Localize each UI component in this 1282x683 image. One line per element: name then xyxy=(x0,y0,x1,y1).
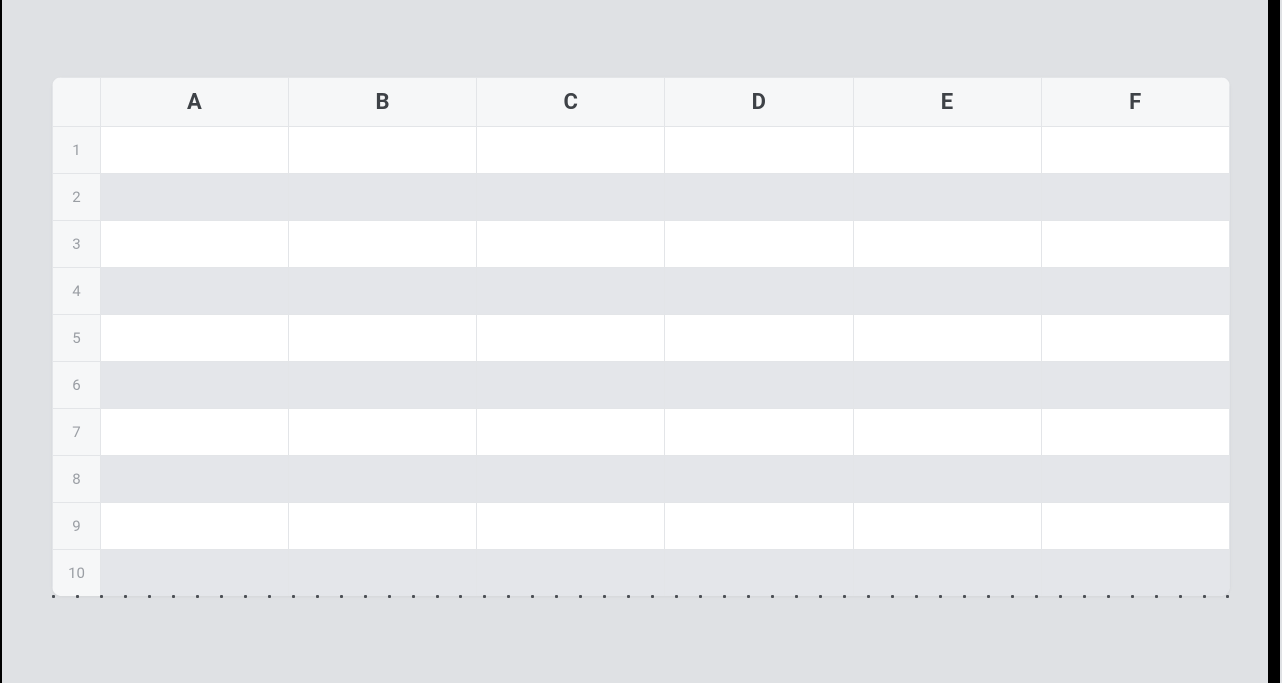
column-header-row: A B C D E F xyxy=(53,78,1230,127)
cell-B1[interactable] xyxy=(289,127,477,174)
row-10: 10 xyxy=(53,550,1230,597)
cell-B5[interactable] xyxy=(289,315,477,362)
row-header-9[interactable]: 9 xyxy=(53,503,101,550)
cell-A1[interactable] xyxy=(101,127,289,174)
row-header-4[interactable]: 4 xyxy=(53,268,101,315)
cell-C6[interactable] xyxy=(477,362,665,409)
cell-E6[interactable] xyxy=(853,362,1041,409)
cell-A4[interactable] xyxy=(101,268,289,315)
cell-F2[interactable] xyxy=(1041,174,1229,221)
cell-C3[interactable] xyxy=(477,221,665,268)
cell-F4[interactable] xyxy=(1041,268,1229,315)
cell-B10[interactable] xyxy=(289,550,477,597)
cell-B8[interactable] xyxy=(289,456,477,503)
row-8: 8 xyxy=(53,456,1230,503)
row-header-6[interactable]: 6 xyxy=(53,362,101,409)
cell-A10[interactable] xyxy=(101,550,289,597)
row-header-1[interactable]: 1 xyxy=(53,127,101,174)
row-9: 9 xyxy=(53,503,1230,550)
cell-B2[interactable] xyxy=(289,174,477,221)
col-header-E[interactable]: E xyxy=(853,78,1041,127)
row-header-2[interactable]: 2 xyxy=(53,174,101,221)
row-3: 3 xyxy=(53,221,1230,268)
col-header-D[interactable]: D xyxy=(665,78,853,127)
cell-F5[interactable] xyxy=(1041,315,1229,362)
cell-A9[interactable] xyxy=(101,503,289,550)
cell-E1[interactable] xyxy=(853,127,1041,174)
cell-E9[interactable] xyxy=(853,503,1041,550)
row-1: 1 xyxy=(53,127,1230,174)
cell-C10[interactable] xyxy=(477,550,665,597)
row-4: 4 xyxy=(53,268,1230,315)
cell-E2[interactable] xyxy=(853,174,1041,221)
cell-D9[interactable] xyxy=(665,503,853,550)
cell-D10[interactable] xyxy=(665,550,853,597)
cell-F7[interactable] xyxy=(1041,409,1229,456)
window-border-left xyxy=(0,0,2,683)
cell-A5[interactable] xyxy=(101,315,289,362)
cell-E5[interactable] xyxy=(853,315,1041,362)
cell-E10[interactable] xyxy=(853,550,1041,597)
row-header-8[interactable]: 8 xyxy=(53,456,101,503)
cell-C4[interactable] xyxy=(477,268,665,315)
cell-D4[interactable] xyxy=(665,268,853,315)
cell-C1[interactable] xyxy=(477,127,665,174)
cell-F8[interactable] xyxy=(1041,456,1229,503)
cell-F10[interactable] xyxy=(1041,550,1229,597)
cell-A8[interactable] xyxy=(101,456,289,503)
col-header-B[interactable]: B xyxy=(289,78,477,127)
cell-D5[interactable] xyxy=(665,315,853,362)
cell-C8[interactable] xyxy=(477,456,665,503)
cell-C7[interactable] xyxy=(477,409,665,456)
cell-B9[interactable] xyxy=(289,503,477,550)
cell-D8[interactable] xyxy=(665,456,853,503)
row-7: 7 xyxy=(53,409,1230,456)
cell-D2[interactable] xyxy=(665,174,853,221)
cell-F6[interactable] xyxy=(1041,362,1229,409)
row-header-3[interactable]: 3 xyxy=(53,221,101,268)
col-header-C[interactable]: C xyxy=(477,78,665,127)
cell-F3[interactable] xyxy=(1041,221,1229,268)
cell-B3[interactable] xyxy=(289,221,477,268)
cell-E8[interactable] xyxy=(853,456,1041,503)
cell-B7[interactable] xyxy=(289,409,477,456)
cell-E4[interactable] xyxy=(853,268,1041,315)
row-2: 2 xyxy=(53,174,1230,221)
row-6: 6 xyxy=(53,362,1230,409)
cell-D7[interactable] xyxy=(665,409,853,456)
cell-A2[interactable] xyxy=(101,174,289,221)
row-header-5[interactable]: 5 xyxy=(53,315,101,362)
cell-A7[interactable] xyxy=(101,409,289,456)
cell-C5[interactable] xyxy=(477,315,665,362)
cell-C2[interactable] xyxy=(477,174,665,221)
spreadsheet-container: A B C D E F 1 2 xyxy=(52,77,1230,596)
row-header-10[interactable]: 10 xyxy=(53,550,101,597)
corner-cell[interactable] xyxy=(53,78,101,127)
cell-E7[interactable] xyxy=(853,409,1041,456)
window-border-right xyxy=(1268,0,1280,683)
cell-D3[interactable] xyxy=(665,221,853,268)
spreadsheet-table: A B C D E F 1 2 xyxy=(52,77,1230,596)
col-header-F[interactable]: F xyxy=(1041,78,1229,127)
cell-F1[interactable] xyxy=(1041,127,1229,174)
cell-D1[interactable] xyxy=(665,127,853,174)
row-header-7[interactable]: 7 xyxy=(53,409,101,456)
cell-D6[interactable] xyxy=(665,362,853,409)
col-header-A[interactable]: A xyxy=(101,78,289,127)
cell-C9[interactable] xyxy=(477,503,665,550)
cell-B4[interactable] xyxy=(289,268,477,315)
cell-B6[interactable] xyxy=(289,362,477,409)
cell-F9[interactable] xyxy=(1041,503,1229,550)
row-5: 5 xyxy=(53,315,1230,362)
cell-A3[interactable] xyxy=(101,221,289,268)
cell-A6[interactable] xyxy=(101,362,289,409)
cell-E3[interactable] xyxy=(853,221,1041,268)
